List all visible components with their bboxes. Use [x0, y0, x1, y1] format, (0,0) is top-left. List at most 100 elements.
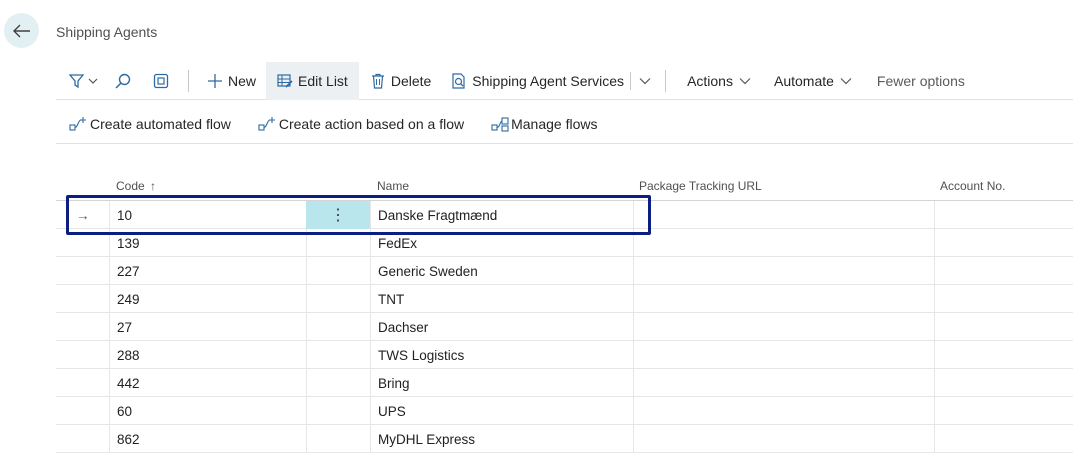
actions-label: Actions: [687, 72, 733, 89]
column-divider: [306, 285, 307, 313]
delete-button[interactable]: Delete: [359, 62, 441, 100]
shipping-agent-services-label: Shipping Agent Services: [472, 72, 625, 89]
column-divider: [109, 257, 110, 285]
cell-name[interactable]: TNT: [378, 285, 404, 313]
new-button[interactable]: New: [189, 62, 266, 100]
column-divider: [109, 201, 110, 229]
grid-body: → ⋮ 10 Danske Fragtmænd 139 FedEx 227 Generic S…: [56, 201, 1073, 453]
automate-menu[interactable]: Automate: [763, 62, 864, 100]
search-icon: [115, 73, 131, 89]
column-divider: [934, 229, 935, 257]
chevron-down-icon: [840, 77, 852, 84]
column-divider: [370, 341, 371, 369]
cell-code[interactable]: 862: [117, 425, 140, 453]
create-automated-flow-label: Create automated flow: [90, 115, 231, 132]
edit-list-icon: [277, 73, 293, 88]
column-divider: [109, 369, 110, 397]
delete-label: Delete: [390, 72, 432, 89]
column-divider: [633, 285, 634, 313]
cell-name[interactable]: UPS: [378, 397, 406, 425]
filter-icon: [68, 73, 98, 88]
cell-code[interactable]: 10: [117, 201, 132, 229]
table-row[interactable]: 27 Dachser: [56, 313, 1073, 341]
column-divider: [370, 397, 371, 425]
cell-code[interactable]: 442: [117, 369, 140, 397]
cell-code[interactable]: 249: [117, 285, 140, 313]
cell-name[interactable]: Bring: [378, 369, 410, 397]
manage-flows-button[interactable]: Manage flows: [464, 116, 597, 132]
table-row[interactable]: 288 TWS Logistics: [56, 341, 1073, 369]
share-icon: [153, 73, 169, 88]
column-divider: [370, 425, 371, 453]
services-dropdown-button[interactable]: [631, 62, 665, 100]
column-divider: [306, 257, 307, 285]
fewer-options-label: Fewer options: [876, 72, 965, 89]
arrow-left-icon: [12, 24, 30, 37]
column-divider: [370, 369, 371, 397]
actions-menu[interactable]: Actions: [666, 62, 763, 100]
page-title: Shipping Agents: [56, 24, 158, 40]
table-row[interactable]: 227 Generic Sweden: [56, 257, 1073, 285]
table-row[interactable]: 60 UPS: [56, 397, 1073, 425]
cell-code[interactable]: 27: [117, 313, 132, 341]
cell-name[interactable]: Generic Sweden: [378, 257, 478, 285]
cell-name[interactable]: MyDHL Express: [378, 425, 475, 453]
flow-add-icon: [258, 116, 275, 131]
search-button[interactable]: [104, 62, 142, 100]
column-divider: [306, 313, 307, 341]
cell-name[interactable]: Dachser: [378, 313, 428, 341]
automate-label: Automate: [773, 72, 834, 89]
column-divider: [934, 285, 935, 313]
filter-pane-button[interactable]: [56, 62, 104, 100]
create-automated-flow-button[interactable]: Create automated flow: [56, 116, 231, 132]
column-divider: [109, 285, 110, 313]
column-header-account-no[interactable]: Account No.: [940, 179, 1005, 193]
column-header-tracking-url[interactable]: Package Tracking URL: [639, 179, 762, 193]
column-divider: [633, 369, 634, 397]
column-divider: [633, 201, 634, 229]
automate-flow-bar: Create automated flow Create action base…: [56, 104, 1073, 144]
cell-code[interactable]: 60: [117, 397, 132, 425]
create-action-flow-label: Create action based on a flow: [278, 115, 465, 132]
column-header-code-label: Code: [116, 179, 145, 193]
more-vertical-icon: ⋮: [330, 207, 346, 224]
row-actions-button[interactable]: ⋮: [306, 201, 370, 229]
table-row[interactable]: 249 TNT: [56, 285, 1073, 313]
column-header-name[interactable]: Name: [377, 179, 409, 193]
column-divider: [306, 369, 307, 397]
column-divider: [370, 257, 371, 285]
column-header-code[interactable]: Code ↑: [116, 179, 156, 193]
create-action-flow-button[interactable]: Create action based on a flow: [231, 116, 464, 132]
cell-name[interactable]: Danske Fragtmænd: [378, 201, 497, 229]
cell-code[interactable]: 227: [117, 257, 140, 285]
manage-flows-label: Manage flows: [511, 115, 598, 132]
column-divider: [306, 425, 307, 453]
column-divider: [633, 257, 634, 285]
share-button[interactable]: [142, 62, 180, 100]
cell-code[interactable]: 139: [117, 229, 140, 257]
edit-list-label: Edit List: [298, 72, 348, 89]
column-divider: [109, 313, 110, 341]
cell-code[interactable]: 288: [117, 341, 140, 369]
column-divider: [633, 397, 634, 425]
new-label: New: [228, 72, 257, 89]
cell-name[interactable]: TWS Logistics: [378, 341, 464, 369]
table-row[interactable]: 139 FedEx: [56, 229, 1073, 257]
column-divider: [370, 201, 371, 229]
column-divider: [633, 229, 634, 257]
column-divider: [306, 397, 307, 425]
plus-icon: [208, 73, 222, 88]
edit-list-button[interactable]: Edit List: [266, 61, 359, 100]
column-divider: [109, 341, 110, 369]
back-button[interactable]: [4, 13, 39, 48]
table-row[interactable]: 862 MyDHL Express: [56, 425, 1073, 453]
table-row[interactable]: 442 Bring: [56, 369, 1073, 397]
shipping-agent-services-button[interactable]: Shipping Agent Services: [441, 62, 630, 100]
fewer-options-button[interactable]: Fewer options: [864, 62, 965, 100]
column-divider: [934, 425, 935, 453]
column-divider: [934, 369, 935, 397]
column-divider: [306, 341, 307, 369]
cell-name[interactable]: FedEx: [378, 229, 417, 257]
column-divider: [109, 397, 110, 425]
table-row[interactable]: → ⋮ 10 Danske Fragtmænd: [56, 201, 1073, 229]
